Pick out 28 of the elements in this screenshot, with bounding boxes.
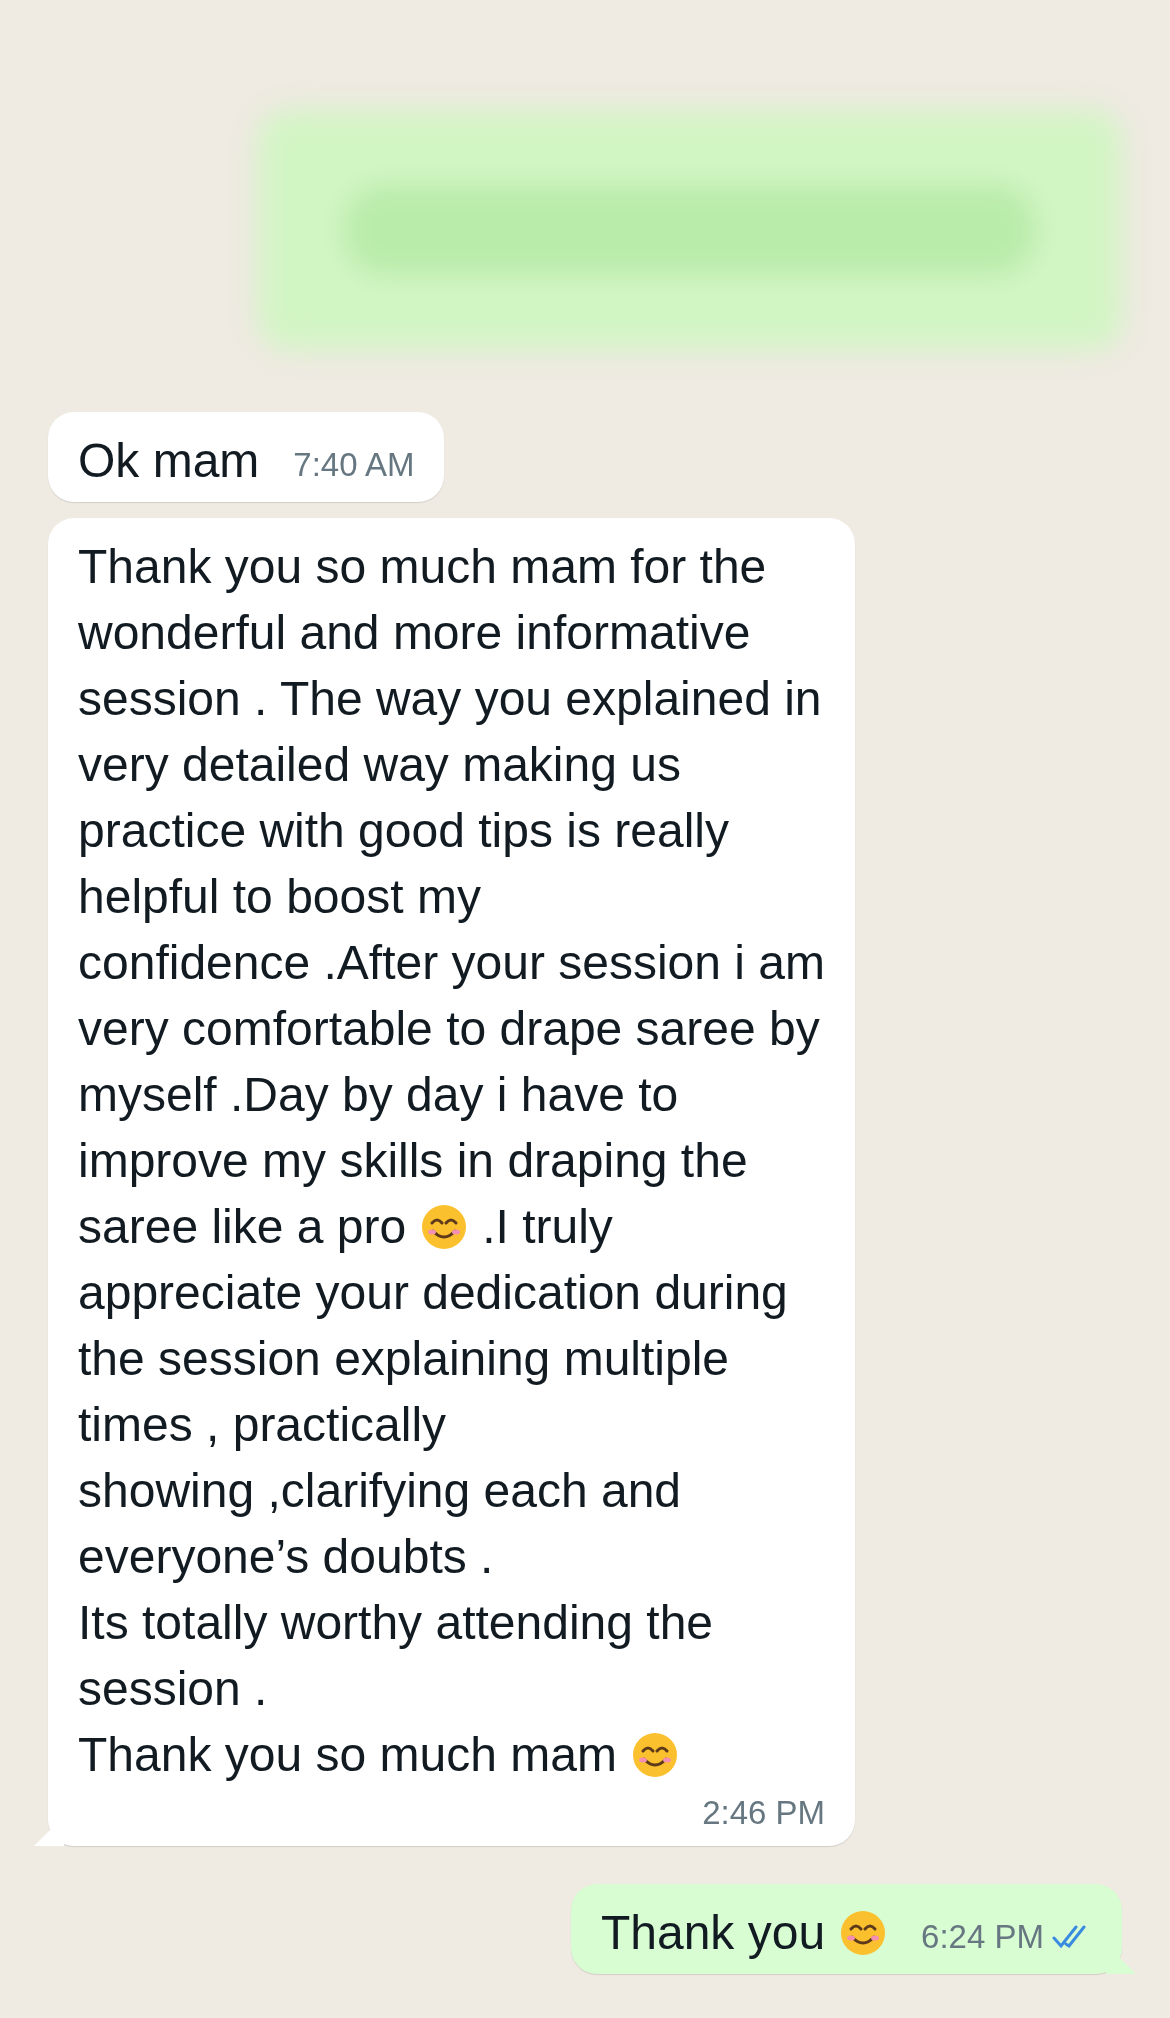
message-text: session . xyxy=(78,1661,268,1717)
message-text: very detailed way making us xyxy=(78,737,681,793)
message-text: everyone’s doubts . xyxy=(78,1529,494,1585)
message-time: 6:24 PM xyxy=(921,1918,1044,1956)
message-text: Its totally worthy attending the xyxy=(78,1595,713,1651)
message-text: very comfortable to drape saree by xyxy=(78,1001,820,1057)
message-text: session . The way you explained in xyxy=(78,671,822,727)
smiling-face-icon xyxy=(630,1731,679,1779)
message-time: 2:46 PM xyxy=(702,1794,826,1832)
message-text: Thank you so much mam xyxy=(78,1727,617,1783)
message-text: saree like a pro xyxy=(78,1199,407,1255)
smiling-face-icon xyxy=(839,1909,888,1957)
message-text: practice with good tips is really xyxy=(78,803,729,859)
message-text: Thank you xyxy=(600,1905,826,1961)
message-text: appreciate your dedication during xyxy=(78,1265,788,1321)
message-text: times , practically xyxy=(78,1397,447,1453)
message-text: Thank you so much mam for the xyxy=(78,539,767,595)
message-text: Ok mam xyxy=(78,433,260,489)
message-text: the session explaining multiple xyxy=(78,1331,730,1387)
message-text: wonderful and more informative xyxy=(78,605,751,661)
message-time: 7:40 AM xyxy=(293,446,415,484)
message-text: myself .Day by day i have to xyxy=(78,1067,679,1123)
smiling-face-icon xyxy=(420,1203,469,1251)
message-text: .I truly xyxy=(482,1199,613,1255)
message-text: improve my skills in draping the xyxy=(78,1133,748,1189)
message-text: showing ,clarifying each and xyxy=(78,1463,682,1519)
message-text: confidence .After your session i am xyxy=(78,935,826,991)
message-text: helpful to boost my xyxy=(78,869,481,925)
